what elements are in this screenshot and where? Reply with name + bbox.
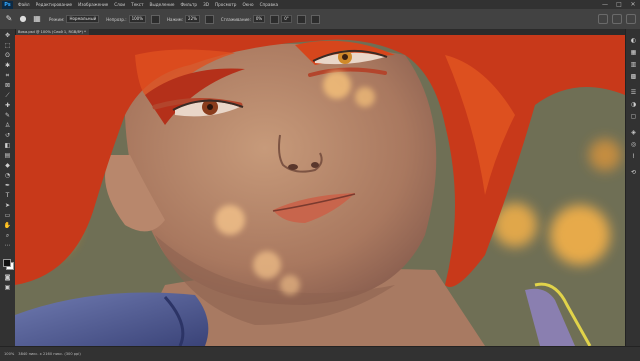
- mode-select[interactable]: Нормальный: [66, 15, 100, 23]
- patterns-icon[interactable]: ▩: [629, 73, 638, 80]
- smoothing-label: Сглаживание:: [220, 16, 251, 22]
- maximize-button[interactable]: □: [612, 1, 626, 8]
- path-select-icon[interactable]: ➤: [3, 203, 12, 209]
- foreground-color-swatch[interactable]: [3, 259, 11, 267]
- healing-icon[interactable]: ✚: [3, 103, 12, 109]
- swatches-icon[interactable]: ▦: [629, 49, 638, 56]
- pressure-size-icon[interactable]: [296, 14, 306, 24]
- menu-type[interactable]: Текст: [128, 2, 146, 7]
- quick-select-icon[interactable]: ✱: [3, 63, 12, 69]
- menu-help[interactable]: Справка: [257, 2, 281, 7]
- paths-icon[interactable]: ⌇: [629, 153, 638, 160]
- flow-field[interactable]: 22%: [185, 15, 200, 23]
- brush-settings-icon[interactable]: ▦: [32, 14, 42, 24]
- crop-icon[interactable]: ⌗: [3, 73, 12, 79]
- gradients-icon[interactable]: ▥: [629, 61, 638, 68]
- workspace-icon[interactable]: [612, 14, 622, 24]
- symmetry-icon[interactable]: [310, 14, 320, 24]
- brush-icon[interactable]: ✎: [3, 113, 12, 119]
- menu-layers[interactable]: Слои: [111, 2, 128, 7]
- workspace-controls: [598, 14, 636, 24]
- options-bar: ✎ ● ▦ Режим: Нормальный Непрозр.: 100% Н…: [0, 9, 640, 30]
- blur-icon[interactable]: ◆: [3, 163, 12, 169]
- painting-artwork: [15, 35, 625, 346]
- gradient-icon[interactable]: ▤: [3, 153, 12, 159]
- menu-select[interactable]: Выделение: [147, 2, 178, 7]
- menu-image[interactable]: Изображение: [75, 2, 111, 7]
- flow-label: Нажим:: [167, 16, 184, 22]
- eyedropper-icon[interactable]: ⟋: [3, 93, 12, 99]
- airbrush-icon[interactable]: [204, 14, 214, 24]
- opacity-label: Непрозр.:: [106, 16, 127, 22]
- pressure-opacity-icon[interactable]: [151, 14, 160, 24]
- document-canvas[interactable]: [15, 35, 625, 346]
- photoshop-logo: Ps: [2, 0, 13, 9]
- zoom-level[interactable]: 100%: [4, 352, 14, 356]
- screen-mode-icon[interactable]: ▣: [3, 285, 12, 291]
- smoothing-field[interactable]: 0%: [252, 15, 266, 23]
- search-icon[interactable]: [598, 14, 608, 24]
- properties-icon[interactable]: ☰: [629, 89, 638, 96]
- type-icon[interactable]: T: [3, 193, 12, 199]
- rectangle-icon[interactable]: ▭: [3, 213, 12, 219]
- document-info: 3840 пикс. x 2160 пикс. (300 ppi): [18, 352, 81, 356]
- status-bar: 100% 3840 пикс. x 2160 пикс. (300 ppi): [0, 346, 640, 361]
- brush-preset-icon[interactable]: ✎: [4, 14, 14, 24]
- menu-view[interactable]: Просмотр: [212, 2, 240, 7]
- frame-icon[interactable]: ⊠: [3, 83, 12, 89]
- color-panel-icon[interactable]: ◐: [629, 37, 638, 44]
- stamp-icon[interactable]: ♙: [3, 123, 12, 129]
- channels-icon[interactable]: ◎: [629, 141, 638, 148]
- marquee-icon[interactable]: ⬚: [3, 43, 12, 49]
- mode-label: Режим:: [49, 16, 65, 22]
- opacity-field[interactable]: 100%: [128, 15, 146, 23]
- menu-3d[interactable]: 3D: [200, 2, 212, 7]
- share-icon[interactable]: [626, 14, 636, 24]
- brush-size-icon[interactable]: ●: [18, 14, 28, 24]
- menu-window[interactable]: Окно: [239, 2, 256, 7]
- libraries-icon[interactable]: ▢: [629, 113, 638, 120]
- layers-icon[interactable]: ◈: [629, 129, 638, 136]
- tools-panel: ✥ ⬚ ʘ ✱ ⌗ ⊠ ⟋ ✚ ✎ ♙ ↺ ◧ ▤ ◆ ◔ ✒ T ➤ ▭ ✋ …: [0, 29, 16, 346]
- menu-edit[interactable]: Редактирование: [33, 2, 76, 7]
- pen-icon[interactable]: ✒: [3, 183, 12, 189]
- minimize-button[interactable]: —: [598, 1, 612, 8]
- hand-icon[interactable]: ✋: [3, 223, 12, 229]
- smoothing-settings-icon[interactable]: [270, 14, 280, 24]
- quick-mask-icon[interactable]: ◙: [3, 275, 12, 281]
- lasso-icon[interactable]: ʘ: [3, 53, 12, 59]
- menu-file[interactable]: Файл: [15, 2, 33, 7]
- history-brush-icon[interactable]: ↺: [3, 133, 12, 139]
- adjustments-icon[interactable]: ◑: [629, 101, 638, 108]
- panel-dock: ◐ ▦ ▥ ▩ ☰ ◑ ▢ ◈ ◎ ⌇ ⟲: [625, 29, 640, 346]
- close-button[interactable]: ✕: [626, 1, 640, 8]
- more-tools-icon[interactable]: ⋯: [3, 243, 12, 249]
- angle-field[interactable]: 0°: [281, 15, 292, 23]
- move-icon[interactable]: ✥: [3, 33, 12, 39]
- window-controls: — □ ✕: [598, 1, 640, 8]
- zoom-icon[interactable]: ⌕: [3, 233, 12, 239]
- dodge-icon[interactable]: ◔: [3, 173, 12, 179]
- history-icon[interactable]: ⟲: [629, 169, 638, 176]
- menu-filter[interactable]: Фильтр: [178, 2, 201, 7]
- eraser-icon[interactable]: ◧: [3, 143, 12, 149]
- menu-bar: Ps Файл Редактирование Изображение Слои …: [0, 0, 640, 9]
